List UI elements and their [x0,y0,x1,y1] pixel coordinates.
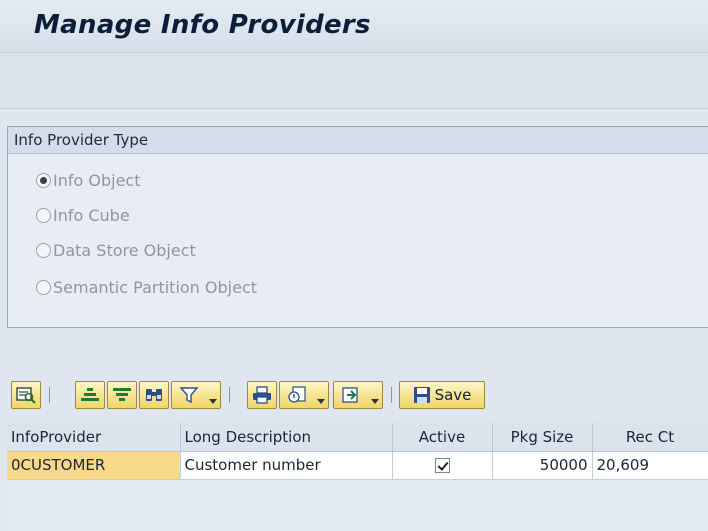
active-cell [392,451,493,480]
radio-data-store-object[interactable]: Data Store Object [36,239,196,261]
title-bar: Manage Info Providers [0,0,708,52]
radio-label: Data Store Object [53,240,196,260]
info-providers-table: InfoProvider Long Description Active Pkg… [7,423,708,480]
radio-label: Info Object [53,170,141,190]
details-icon [16,387,36,404]
manage-info-providers-screen: Manage Info Providers Info Provider Type… [0,0,708,531]
radio-unselected-icon[interactable] [36,279,51,295]
infoprovider-cell[interactable]: 0CUSTOMER [7,451,181,480]
grid-empty-area [7,480,708,531]
find-button[interactable] [139,381,169,409]
grid-toolbar: Save [7,375,708,423]
column-header-long-description[interactable]: Long Description [180,423,393,452]
radio-selected-icon[interactable] [36,172,51,188]
save-label: Save [434,386,472,404]
layout-icon [342,387,358,403]
save-button[interactable]: Save [399,381,485,409]
toolbar-separator [391,387,392,403]
filter-icon [179,387,199,404]
radio-label: Semantic Partition Object [53,277,258,297]
sort-ascending-icon [81,388,99,401]
group-heading: Info Provider Type [8,127,708,154]
page-title: Manage Info Providers [34,10,371,40]
radio-info-cube[interactable]: Info Cube [36,204,130,226]
application-toolbar [0,52,708,109]
filter-button[interactable] [171,381,221,409]
sort-ascending-button[interactable] [75,381,105,409]
chevron-down-icon[interactable] [371,399,379,404]
active-checkbox[interactable] [434,458,450,473]
export-button[interactable] [279,381,329,409]
rec-ct-cell: 20,609 [592,451,708,480]
toolbar-separator [49,387,50,403]
save-icon [413,387,430,403]
radio-semantic-partition-object[interactable]: Semantic Partition Object [36,276,257,298]
layout-button[interactable] [333,381,383,409]
chevron-down-icon[interactable] [209,399,217,404]
column-header-active[interactable]: Active [392,423,493,452]
column-header-infoprovider[interactable]: InfoProvider [7,423,181,452]
table-header-row: InfoProvider Long Description Active Pkg… [7,423,708,452]
print-icon [253,386,271,404]
column-header-rec-ct[interactable]: Rec Ct [592,423,708,452]
radio-info-object[interactable]: Info Object [36,169,140,191]
export-icon [288,386,306,403]
column-header-pkg-size[interactable]: Pkg Size [492,423,593,452]
radio-unselected-icon[interactable] [36,242,51,258]
find-icon [146,389,162,401]
print-button[interactable] [247,381,277,409]
radio-unselected-icon[interactable] [36,207,51,223]
chevron-down-icon[interactable] [317,399,325,404]
details-button[interactable] [11,381,41,409]
info-provider-type-group: Info Provider Type Info Object Info Cube… [7,126,708,328]
section-spacer [0,329,708,373]
sort-descending-icon [113,388,131,401]
long-description-cell: Customer number [180,451,393,480]
toolbar-separator [229,387,230,403]
pkg-size-cell[interactable]: 50000 [492,451,593,480]
table-row[interactable]: 0CUSTOMER Customer number 50000 20,609 [7,451,708,480]
sort-descending-button[interactable] [107,381,137,409]
radio-label: Info Cube [53,205,130,225]
